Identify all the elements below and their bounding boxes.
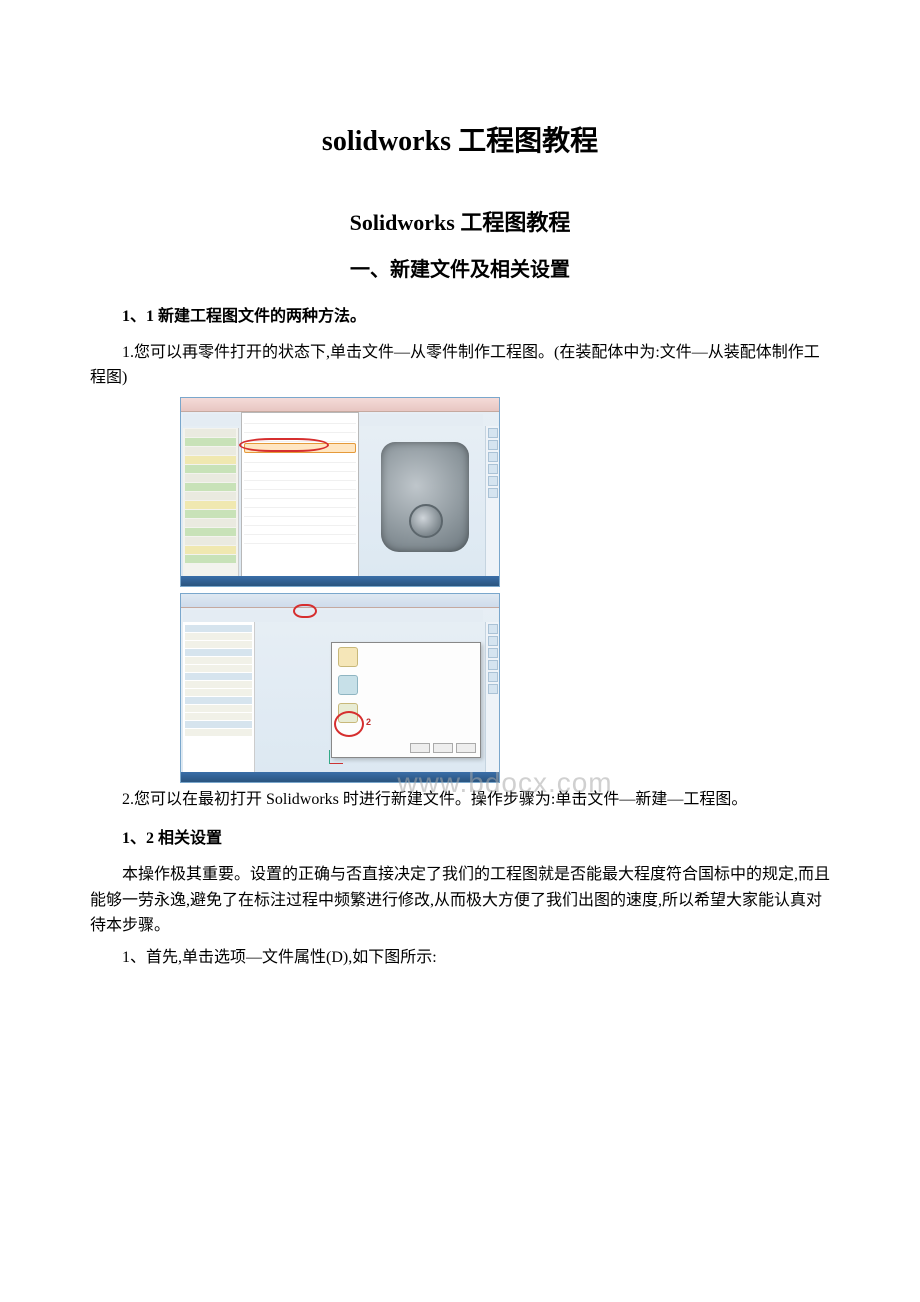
right-task-pane (485, 426, 499, 584)
heading-1-1: 1、1 新建工程图文件的两种方法。 (90, 304, 830, 330)
paragraph-step-1: 1、首先,单击选项—文件属性(D),如下图所示: (90, 945, 830, 971)
callout-circle-2 (334, 711, 364, 737)
screenshot-1-wrap (180, 397, 830, 587)
new-document-dialog: 2 (331, 642, 481, 758)
paragraph-settings-intro: 本操作极其重要。设置的正确与否直接决定了我们的工程图就是否能最大程度符合国标中的… (90, 862, 830, 939)
paragraph-method-1: 1.您可以再零件打开的状态下,单击文件—从零件制作工程图。(在装配体中为:文件—… (90, 340, 830, 391)
document-sub-title: Solidworks 工程图教程 (90, 205, 830, 240)
right-task-pane-2 (485, 622, 499, 780)
screenshot-1 (180, 397, 500, 587)
windows-taskbar-2 (181, 772, 499, 782)
paragraph-method-2: 2.您可以在最初打开 Solidworks 时进行新建文件。操作步骤为:单击文件… (90, 787, 830, 813)
heading-1-2: 1、2 相关设置 (90, 826, 830, 852)
app-titlebar (181, 398, 499, 412)
screenshot-2-wrap: 2 www.bdocx.com (180, 593, 830, 783)
app-toolbar-2 (183, 610, 483, 622)
section-1-title: 一、新建文件及相关设置 (90, 254, 830, 286)
feature-tree (183, 428, 239, 584)
part-3d-preview (381, 442, 469, 552)
orientation-axes-icon (329, 744, 349, 764)
app-titlebar-2 (181, 594, 499, 608)
assembly-icon (338, 675, 358, 695)
windows-taskbar (181, 576, 499, 586)
screenshot-2: 2 (180, 593, 500, 783)
dialog-buttons (410, 743, 476, 753)
screenshot-group: 2 www.bdocx.com (90, 397, 830, 783)
callout-number-2: 2 (366, 715, 371, 729)
feature-tree-2 (183, 622, 255, 772)
part-icon (338, 647, 358, 667)
callout-circle-file-menu (293, 604, 317, 618)
callout-circle-1 (239, 438, 329, 452)
document-main-title: solidworks 工程图教程 (90, 120, 830, 165)
